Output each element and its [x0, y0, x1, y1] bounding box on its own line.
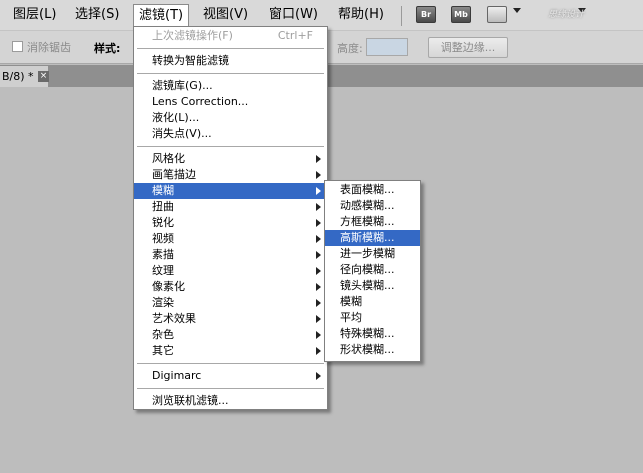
- menu-item-vanishing-point[interactable]: 消失点(V)...: [134, 126, 327, 142]
- menu-item-other[interactable]: 其它: [134, 343, 327, 359]
- menu-help[interactable]: 帮助(H): [333, 4, 389, 26]
- filter-menu: 上次滤镜操作(F) Ctrl+F 转换为智能滤镜 滤镜库(G)... Lens …: [133, 26, 328, 410]
- menu-item-browse-filters-online[interactable]: 浏览联机滤镜...: [134, 393, 327, 409]
- menu-item-label: 画笔描边: [152, 168, 196, 181]
- menu-item-pixelate[interactable]: 像素化: [134, 279, 327, 295]
- menu-item-convert-smart-filters[interactable]: 转换为智能滤镜: [134, 53, 327, 69]
- menu-item-distort[interactable]: 扭曲: [134, 199, 327, 215]
- submenu-arrow-icon: [316, 372, 321, 380]
- menu-item-label: Digimarc: [152, 369, 202, 382]
- anti-alias-checkbox[interactable]: [12, 41, 23, 52]
- menu-item-label: 锐化: [152, 216, 174, 229]
- submenu-arrow-icon: [316, 203, 321, 211]
- menu-divider: [137, 146, 324, 147]
- mini-bridge-button[interactable]: Mb: [451, 6, 471, 23]
- menu-item-label: 上次滤镜操作(F): [152, 29, 233, 42]
- menu-item-artistic[interactable]: 艺术效果: [134, 311, 327, 327]
- menu-item-surface-blur[interactable]: 表面模糊...: [325, 182, 420, 198]
- bridge-button[interactable]: Br: [416, 6, 436, 23]
- menu-divider: [137, 73, 324, 74]
- menu-divider: [137, 388, 324, 389]
- menu-item-radial-blur[interactable]: 径向模糊...: [325, 262, 420, 278]
- menu-item-blur[interactable]: 模糊: [325, 294, 420, 310]
- menu-item-blur[interactable]: 模糊: [134, 183, 327, 199]
- height-label: 高度:: [337, 42, 363, 55]
- refine-edge-button[interactable]: 调整边缘...: [428, 37, 508, 58]
- menu-item-sketch[interactable]: 素描: [134, 247, 327, 263]
- menu-item-label: 杂色: [152, 328, 174, 341]
- menu-item-lens-blur[interactable]: 镜头模糊...: [325, 278, 420, 294]
- menu-select[interactable]: 选择(S): [70, 4, 124, 26]
- menu-item-filter-gallery[interactable]: 滤镜库(G)...: [134, 78, 327, 94]
- submenu-arrow-icon: [316, 331, 321, 339]
- menu-item-box-blur[interactable]: 方框模糊...: [325, 214, 420, 230]
- menu-item-label: 艺术效果: [152, 312, 196, 325]
- menu-item-gaussian-blur[interactable]: 高斯模糊...: [325, 230, 420, 246]
- submenu-arrow-icon: [316, 299, 321, 307]
- menu-item-shape-blur[interactable]: 形状模糊...: [325, 342, 420, 358]
- menu-layer[interactable]: 图层(L): [8, 4, 61, 26]
- submenu-arrow-icon: [316, 251, 321, 259]
- menubar-divider: [401, 6, 402, 26]
- submenu-arrow-icon: [316, 155, 321, 163]
- submenu-arrow-icon: [316, 235, 321, 243]
- menu-item-lens-correction[interactable]: Lens Correction...: [134, 94, 327, 110]
- menu-item-motion-blur[interactable]: 动感模糊...: [325, 198, 420, 214]
- menu-item-label: 模糊: [152, 184, 174, 197]
- menu-window[interactable]: 窗口(W): [264, 4, 323, 26]
- submenu-arrow-icon: [316, 347, 321, 355]
- submenu-arrow-icon: [316, 219, 321, 227]
- watermark-logo: 思缘设计: [548, 10, 585, 20]
- menu-item-label: 视频: [152, 232, 174, 245]
- menu-item-liquify[interactable]: 液化(L)...: [134, 110, 327, 126]
- menu-item-last-filter[interactable]: 上次滤镜操作(F) Ctrl+F: [134, 28, 327, 44]
- menu-view[interactable]: 视图(V): [198, 4, 253, 26]
- menu-divider: [137, 363, 324, 364]
- menu-item-label: 素描: [152, 248, 174, 261]
- menu-item-video[interactable]: 视频: [134, 231, 327, 247]
- submenu-arrow-icon: [316, 187, 321, 195]
- close-icon[interactable]: ×: [38, 71, 49, 82]
- menu-item-label: 风格化: [152, 152, 185, 165]
- menu-item-stylize[interactable]: 风格化: [134, 151, 327, 167]
- menu-item-label: 渲染: [152, 296, 174, 309]
- extras-icon[interactable]: [487, 6, 507, 23]
- menu-item-label: 纹理: [152, 264, 174, 277]
- menu-item-brush-strokes[interactable]: 画笔描边: [134, 167, 327, 183]
- menu-item-label: 扭曲: [152, 200, 174, 213]
- chevron-down-icon[interactable]: [513, 8, 521, 13]
- submenu-arrow-icon: [316, 315, 321, 323]
- menu-item-noise[interactable]: 杂色: [134, 327, 327, 343]
- shortcut-label: Ctrl+F: [277, 29, 313, 42]
- menu-item-texture[interactable]: 纹理: [134, 263, 327, 279]
- menu-item-label: 像素化: [152, 280, 185, 293]
- style-label: 样式:: [94, 42, 121, 55]
- menu-item-label: 其它: [152, 344, 174, 357]
- height-field[interactable]: [366, 38, 408, 56]
- menu-item-blur-more[interactable]: 进一步模糊: [325, 246, 420, 262]
- submenu-arrow-icon: [316, 283, 321, 291]
- menu-item-render[interactable]: 渲染: [134, 295, 327, 311]
- menu-item-smart-blur[interactable]: 特殊模糊...: [325, 326, 420, 342]
- submenu-arrow-icon: [316, 267, 321, 275]
- submenu-arrow-icon: [316, 171, 321, 179]
- menu-item-sharpen[interactable]: 锐化: [134, 215, 327, 231]
- menu-divider: [137, 48, 324, 49]
- blur-submenu: 表面模糊... 动感模糊... 方框模糊... 高斯模糊... 进一步模糊 径向…: [324, 180, 421, 362]
- menu-item-average[interactable]: 平均: [325, 310, 420, 326]
- anti-alias-label: 消除锯齿: [27, 41, 71, 54]
- menu-item-digimarc[interactable]: Digimarc: [134, 368, 327, 384]
